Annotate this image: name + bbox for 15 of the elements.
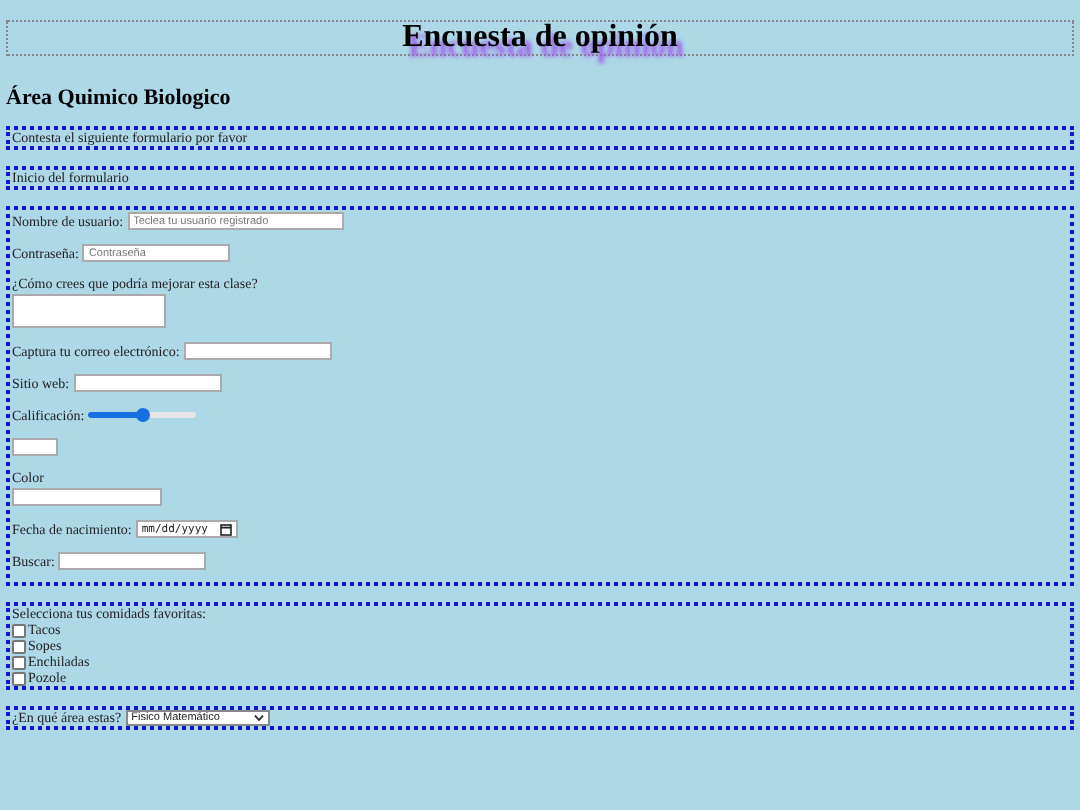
section-heading: Área Quimico Biologico (6, 86, 233, 110)
page-title: Encuesta de opinión (402, 22, 678, 54)
caret-icon (253, 714, 264, 722)
email-field[interactable] (183, 342, 332, 360)
checkbox[interactable] (12, 639, 26, 653)
checkbox[interactable] (12, 655, 26, 669)
comment-textarea[interactable] (12, 294, 166, 328)
search-field[interactable] (58, 552, 207, 570)
checkbox[interactable] (12, 623, 26, 637)
number-field[interactable] (12, 438, 58, 456)
website-field[interactable] (73, 374, 222, 392)
rating-slider[interactable] (88, 412, 197, 418)
checkbox[interactable] (12, 671, 26, 685)
calendar-icon (220, 523, 232, 535)
color-field[interactable] (12, 488, 162, 506)
